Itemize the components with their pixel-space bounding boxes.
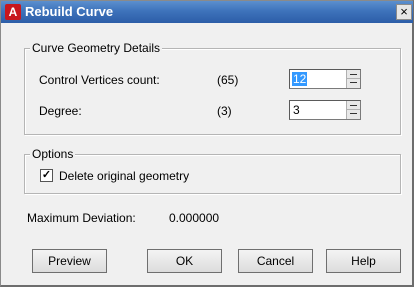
degree-label: Degree:: [39, 104, 82, 118]
options-legend: Options: [30, 147, 76, 161]
cancel-button[interactable]: Cancel: [238, 249, 313, 273]
degree-spinner[interactable]: 3: [289, 100, 361, 120]
autocad-app-icon: A: [5, 4, 21, 20]
window-title: Rebuild Curve: [25, 4, 114, 19]
curve-geometry-group: Curve Geometry Details: [24, 41, 401, 135]
preview-button[interactable]: Preview: [32, 249, 107, 273]
curve-geometry-legend: Curve Geometry Details: [30, 41, 163, 55]
control-vertices-spinner[interactable]: 12: [289, 69, 361, 89]
maximum-deviation-value: 0.000000: [169, 211, 220, 225]
control-vertices-decrement-button[interactable]: [346, 79, 360, 88]
ok-button[interactable]: OK: [147, 249, 222, 273]
control-vertices-label: Control Vertices count:: [39, 73, 160, 87]
degree-input[interactable]: 3: [293, 103, 300, 117]
degree-original-value: (3): [217, 104, 232, 118]
close-button[interactable]: ×: [396, 4, 412, 20]
title-bar[interactable]: A Rebuild Curve ×: [1, 1, 413, 23]
app-icon-letter: A: [8, 5, 18, 19]
control-vertices-increment-button[interactable]: [346, 70, 360, 79]
degree-decrement-button[interactable]: [346, 110, 360, 119]
delete-original-label[interactable]: Delete original geometry: [59, 169, 189, 183]
delete-original-checkbox[interactable]: ✓: [40, 169, 53, 182]
close-icon: ×: [400, 4, 408, 19]
degree-increment-button[interactable]: [346, 101, 360, 110]
help-button[interactable]: Help: [326, 249, 401, 273]
control-vertices-input[interactable]: 12: [292, 72, 308, 86]
checkmark-icon: ✓: [41, 169, 52, 181]
rebuild-curve-dialog: A Rebuild Curve × Curve Geometry Details…: [0, 0, 414, 287]
maximum-deviation-label: Maximum Deviation:: [27, 211, 136, 225]
control-vertices-original-count: (65): [217, 73, 239, 87]
